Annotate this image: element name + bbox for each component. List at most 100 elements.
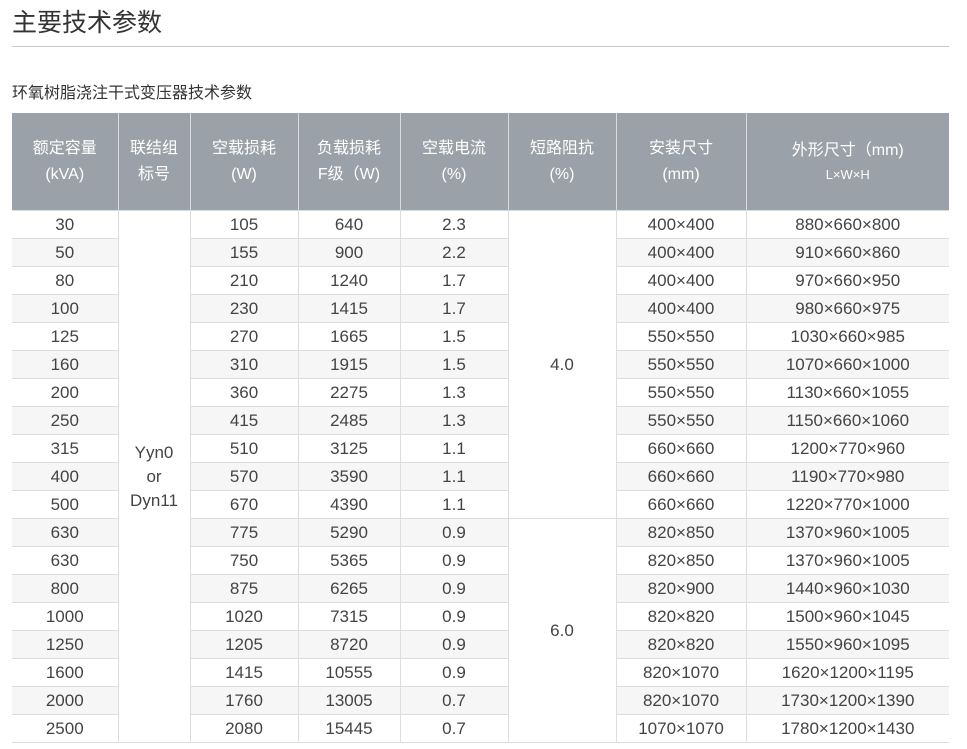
- no-load-loss-cell: 210: [189, 266, 298, 295]
- no-load-current-cell: 1.5: [399, 322, 508, 351]
- outline-size-cell: 1500×960×1045: [745, 602, 949, 631]
- no-load-current-cell: 1.7: [399, 294, 508, 323]
- no-load-current-cell: 1.5: [399, 350, 508, 379]
- outline-size-cell: 1730×1200×1390: [745, 686, 949, 715]
- no-load-loss-cell: 1415: [189, 658, 298, 687]
- load-loss-cell: 6265: [297, 574, 400, 603]
- install-size-cell: 550×550: [615, 350, 746, 379]
- outline-size-cell: 1190×770×980: [745, 462, 949, 491]
- outline-size-cell: 1150×660×1060: [745, 406, 949, 435]
- outline-size-cell: 1220×770×1000: [745, 490, 949, 519]
- capacity-cell: 160: [12, 350, 118, 379]
- no-load-current-cell: 2.3: [399, 210, 508, 239]
- load-loss-cell: 15445: [297, 714, 400, 743]
- header-outline-size-line2: L×W×H: [825, 166, 870, 182]
- load-loss-cell: 1915: [297, 350, 400, 379]
- outline-size-cell: 1070×660×1000: [745, 350, 949, 379]
- capacity-cell: 630: [12, 518, 118, 547]
- outline-size-cell: 1440×960×1030: [745, 574, 949, 603]
- no-load-loss-cell: 1020: [189, 602, 298, 631]
- capacity-cell: 50: [12, 238, 118, 267]
- header-connection-group-line1: 联结组: [129, 139, 178, 157]
- no-load-loss-cell: 270: [189, 322, 298, 351]
- no-load-current-cell: 0.7: [399, 686, 508, 715]
- no-load-current-cell: 0.9: [399, 518, 508, 547]
- load-loss-cell: 640: [297, 210, 400, 239]
- header-install-size: 安装尺寸 (mm): [615, 113, 746, 211]
- no-load-loss-cell: 1760: [189, 686, 298, 715]
- page-title: 主要技术参数: [12, 8, 163, 37]
- spec-table: 额定容量 (kVA) 联结组 标号 空载损耗 (W) 负载损耗 F级（W) 空载…: [12, 113, 949, 743]
- install-size-cell: 400×400: [615, 210, 746, 239]
- header-capacity: 额定容量 (kVA): [12, 113, 118, 211]
- no-load-loss-cell: 230: [189, 294, 298, 323]
- outline-size-cell: 1130×660×1055: [745, 378, 949, 407]
- header-connection-group-line2: 标号: [137, 165, 170, 183]
- no-load-loss-cell: 775: [189, 518, 298, 547]
- table-row: 30 Yyn0 or Dyn11 105 640 2.3 4.0 400×400 880×660×…: [12, 210, 949, 743]
- no-load-loss-cell: 670: [189, 490, 298, 519]
- header-load-loss-line2: F级（W): [317, 165, 381, 183]
- install-size-cell: 550×550: [615, 406, 746, 435]
- capacity-cell: 800: [12, 574, 118, 603]
- no-load-loss-cell: 510: [189, 434, 298, 463]
- header-capacity-line2: (kVA): [45, 165, 85, 183]
- no-load-current-cell: 1.1: [399, 490, 508, 519]
- no-load-loss-cell: 415: [189, 406, 298, 435]
- header-no-load-loss-line2: (W): [231, 165, 257, 183]
- install-size-cell: 820×820: [615, 602, 746, 631]
- no-load-loss-cell: 875: [189, 574, 298, 603]
- no-load-current-cell: 0.9: [399, 630, 508, 659]
- header-connection-group: 联结组 标号: [117, 113, 190, 211]
- no-load-loss-cell: 155: [189, 238, 298, 267]
- connection-group-cell: Yyn0 or Dyn11: [117, 210, 190, 743]
- install-size-cell: 660×660: [615, 462, 746, 491]
- capacity-cell: 630: [12, 546, 118, 575]
- load-loss-cell: 10555: [297, 658, 400, 687]
- no-load-current-cell: 0.9: [399, 546, 508, 575]
- no-load-current-cell: 1.3: [399, 378, 508, 407]
- install-size-cell: 820×850: [615, 518, 746, 547]
- load-loss-cell: 1240: [297, 266, 400, 295]
- capacity-cell: 200: [12, 378, 118, 407]
- outline-size-cell: 1550×960×1095: [745, 630, 949, 659]
- capacity-cell: 1600: [12, 658, 118, 687]
- header-no-load-current-line2: (%): [441, 165, 467, 183]
- table-body: 30 Yyn0 or Dyn11 105 640 2.3 4.0 400×400 880×660×…: [12, 210, 949, 743]
- connection-group-line2: or: [146, 466, 162, 486]
- no-load-current-cell: 1.1: [399, 434, 508, 463]
- outline-size-cell: 1370×960×1005: [745, 518, 949, 547]
- outline-size-cell: 1620×1200×1195: [745, 658, 949, 687]
- install-size-cell: 400×400: [615, 238, 746, 267]
- connection-group-line1: Yyn0: [134, 442, 174, 462]
- capacity-cell: 125: [12, 322, 118, 351]
- header-outline-size: 外形尺寸（mm) L×W×H: [745, 113, 949, 211]
- load-loss-cell: 1665: [297, 322, 400, 351]
- capacity-cell: 2500: [12, 714, 118, 743]
- header-no-load-loss: 空载损耗 (W): [189, 113, 298, 211]
- no-load-loss-cell: 2080: [189, 714, 298, 743]
- load-loss-cell: 5365: [297, 546, 400, 575]
- header-install-size-line2: (mm): [662, 165, 700, 183]
- table-header-row: 额定容量 (kVA) 联结组 标号 空载损耗 (W) 负载损耗 F级（W) 空载…: [12, 113, 949, 211]
- no-load-loss-cell: 1205: [189, 630, 298, 659]
- install-size-cell: 820×820: [615, 630, 746, 659]
- load-loss-cell: 3590: [297, 462, 400, 491]
- outline-size-cell: 980×660×975: [745, 294, 949, 323]
- header-no-load-current-line1: 空载电流: [421, 139, 486, 157]
- install-size-cell: 400×400: [615, 294, 746, 323]
- install-size-cell: 550×550: [615, 322, 746, 351]
- capacity-cell: 1250: [12, 630, 118, 659]
- capacity-cell: 100: [12, 294, 118, 323]
- no-load-loss-cell: 105: [189, 210, 298, 239]
- install-size-cell: 820×1070: [615, 686, 746, 715]
- install-size-cell: 660×660: [615, 490, 746, 519]
- install-size-cell: 660×660: [615, 434, 746, 463]
- install-size-cell: 820×900: [615, 574, 746, 603]
- install-size-cell: 400×400: [615, 266, 746, 295]
- capacity-cell: 250: [12, 406, 118, 435]
- install-size-cell: 550×550: [615, 378, 746, 407]
- load-loss-cell: 5290: [297, 518, 400, 547]
- capacity-cell: 500: [12, 490, 118, 519]
- no-load-current-cell: 0.9: [399, 658, 508, 687]
